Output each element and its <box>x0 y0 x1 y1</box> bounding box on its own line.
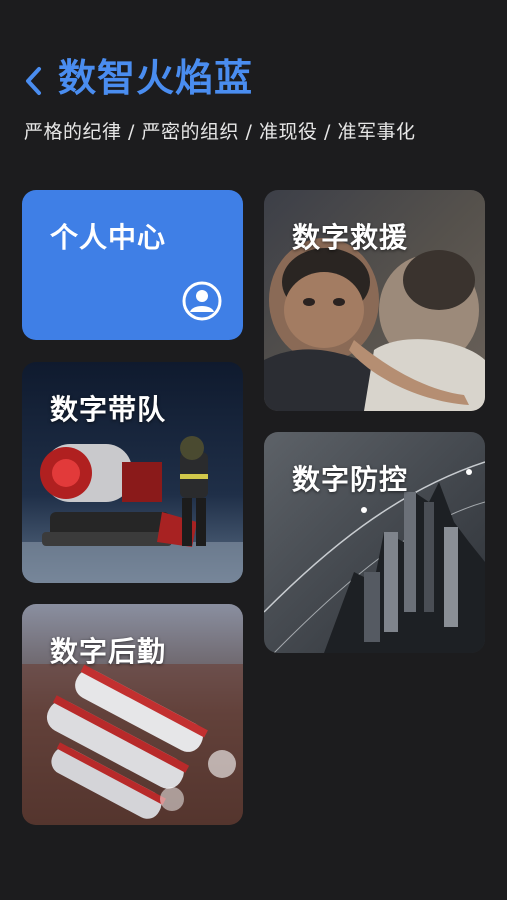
user-circle-icon <box>182 281 222 321</box>
chevron-left-icon <box>26 67 41 95</box>
page-subtitle: 严格的纪律 / 严密的组织 / 准现役 / 准军事化 <box>24 121 416 143</box>
personal-center-card[interactable]: 个人中心 <box>22 190 243 340</box>
digital-command-label: 数字带队 <box>50 393 167 426</box>
digital-prevention-card[interactable]: 数字防控 <box>264 432 485 653</box>
digital-command-card[interactable]: 数字带队 <box>22 362 243 583</box>
page-title: 数智火焰蓝 <box>58 56 254 100</box>
digital-logistics-card[interactable]: 数字后勤 <box>22 604 243 825</box>
digital-rescue-label: 数字救援 <box>292 221 409 254</box>
digital-logistics-label: 数字后勤 <box>50 635 167 668</box>
digital-prevention-label: 数字防控 <box>292 463 409 496</box>
back-button[interactable] <box>16 62 50 100</box>
header: 数智火焰蓝 严格的纪律 / 严密的组织 / 准现役 / 准军事化 <box>0 0 507 180</box>
personal-center-label: 个人中心 <box>50 221 167 254</box>
digital-rescue-card[interactable]: 数字救援 <box>264 190 485 411</box>
